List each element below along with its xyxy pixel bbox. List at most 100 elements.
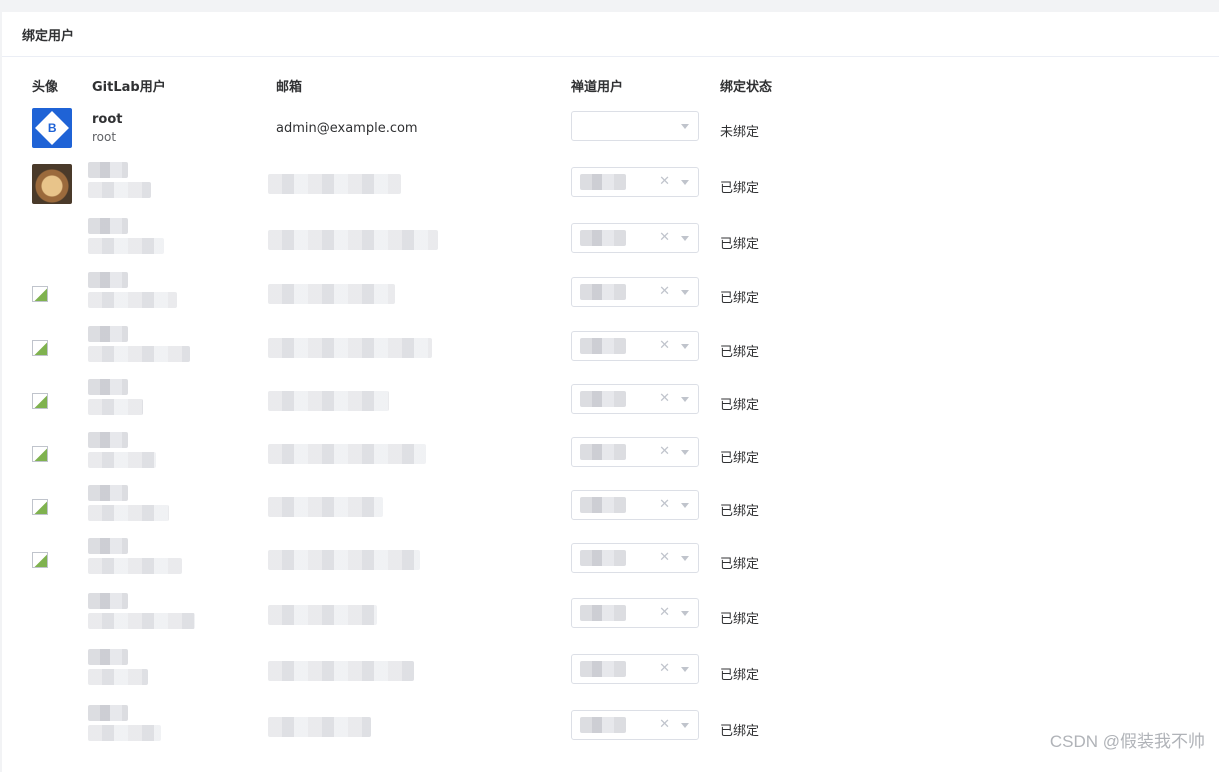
close-icon[interactable]: ✕ [659,174,670,189]
chevron-down-icon[interactable] [681,723,689,728]
selected-user-redacted [580,444,626,460]
watermark: CSDN @假装我不帅 [1049,732,1205,751]
gitlab-username-redacted [88,399,143,415]
broken-image-icon [32,286,48,302]
gitlab-username-redacted [88,182,151,198]
selected-user-redacted [580,605,626,621]
chevron-down-icon[interactable] [681,503,689,508]
chevron-down-icon[interactable] [681,180,689,185]
chandao-user-select[interactable]: ✕ [571,654,699,684]
column-header-chandao-user: 禅道用户 [571,80,624,95]
user-email: admin@example.com [276,121,418,136]
close-icon[interactable]: ✕ [659,497,670,512]
close-icon[interactable]: ✕ [659,661,670,676]
chevron-down-icon[interactable] [681,344,689,349]
chevron-down-icon[interactable] [681,124,689,129]
close-icon[interactable]: ✕ [659,605,670,620]
card-title: 绑定用户 [2,12,1219,57]
bind-status: 已绑定 [720,504,760,519]
broken-image-icon [32,499,48,515]
selected-user-redacted [580,230,626,246]
gitlab-user-name-redacted [88,705,128,721]
close-icon[interactable]: ✕ [659,550,670,565]
selected-user-redacted [580,338,626,354]
gitlab-username-redacted [88,346,190,362]
close-icon[interactable]: ✕ [659,391,670,406]
chandao-user-select[interactable]: ✕ [571,710,699,740]
bind-status: 已绑定 [720,724,760,739]
selected-user-redacted [580,391,626,407]
broken-image-icon [32,552,48,568]
chevron-down-icon[interactable] [681,397,689,402]
chandao-user-select[interactable]: ✕ [571,223,699,253]
chandao-user-select[interactable]: ✕ [571,543,699,573]
column-header-avatar: 头像 [32,80,59,95]
column-header-bind-status: 绑定状态 [720,80,773,95]
gitlab-user-name-redacted [88,538,128,554]
gitlab-username-redacted [88,452,156,468]
gitlab-user-name-redacted [88,593,128,609]
chandao-user-select[interactable]: ✕ [571,277,699,307]
gitlab-username-redacted [88,505,169,521]
avatar: B [32,108,72,148]
chandao-user-select[interactable]: ✕ [571,384,699,414]
bind-status: 已绑定 [720,557,760,572]
chandao-user-select[interactable]: ✕ [571,331,699,361]
gitlab-user-name-redacted [88,432,128,448]
avatar [32,164,72,204]
bind-status: 已绑定 [720,345,760,360]
selected-user-redacted [580,661,626,677]
selected-user-redacted [580,497,626,513]
bind-status: 已绑定 [720,612,760,627]
table-row: ✕ 已绑定 [2,593,1219,645]
chevron-down-icon[interactable] [681,667,689,672]
chandao-user-select[interactable]: ✕ [571,490,699,520]
chevron-down-icon[interactable] [681,290,689,295]
selected-user-redacted [580,174,626,190]
close-icon[interactable]: ✕ [659,444,670,459]
bind-status: 已绑定 [720,668,760,683]
user-email-redacted [268,230,438,250]
user-email-redacted [268,605,377,625]
selected-user-redacted [580,550,626,566]
gitlab-user-name: root [92,112,123,127]
gitlab-user-name-redacted [88,272,128,288]
close-icon[interactable]: ✕ [659,230,670,245]
table-row: ✕ 已绑定 [2,485,1219,537]
broken-image-icon [32,393,48,409]
gitlab-username-redacted [88,238,164,254]
gitlab-user-name-redacted [88,326,128,342]
table-row: ✕ 已绑定 [2,432,1219,484]
gitlab-user-name-redacted [88,162,128,178]
chandao-user-select[interactable]: ✕ [571,437,699,467]
chandao-user-select[interactable]: ✕ [571,598,699,628]
bind-status: 已绑定 [720,398,760,413]
chandao-user-select[interactable]: ✕ [571,167,699,197]
close-icon[interactable]: ✕ [659,717,670,732]
table-row: ✕ 已绑定 [2,218,1219,270]
close-icon[interactable]: ✕ [659,284,670,299]
table-row: Broot root admin@example.com 未绑定 [2,108,1219,158]
user-email-redacted [268,391,389,411]
table-row: ✕ 已绑定 [2,379,1219,431]
table-row: ✕ 已绑定 [2,272,1219,324]
bind-status: 未绑定 [720,125,760,140]
table-row: ✕ 已绑定 [2,162,1219,214]
gitlab-user-name-redacted [88,379,128,395]
user-email-redacted [268,444,426,464]
chevron-down-icon[interactable] [681,450,689,455]
chandao-user-select[interactable] [571,111,699,141]
user-email-redacted [268,550,420,570]
table-row: ✕ 已绑定 [2,705,1219,757]
close-icon[interactable]: ✕ [659,338,670,353]
gitlab-username-redacted [88,558,182,574]
logo-icon: B [35,111,69,145]
chevron-down-icon[interactable] [681,556,689,561]
chevron-down-icon[interactable] [681,236,689,241]
gitlab-username-redacted [88,725,161,741]
user-email-redacted [268,338,432,358]
chevron-down-icon[interactable] [681,611,689,616]
selected-user-redacted [580,284,626,300]
broken-image-icon [32,340,48,356]
user-email-redacted [268,174,401,194]
